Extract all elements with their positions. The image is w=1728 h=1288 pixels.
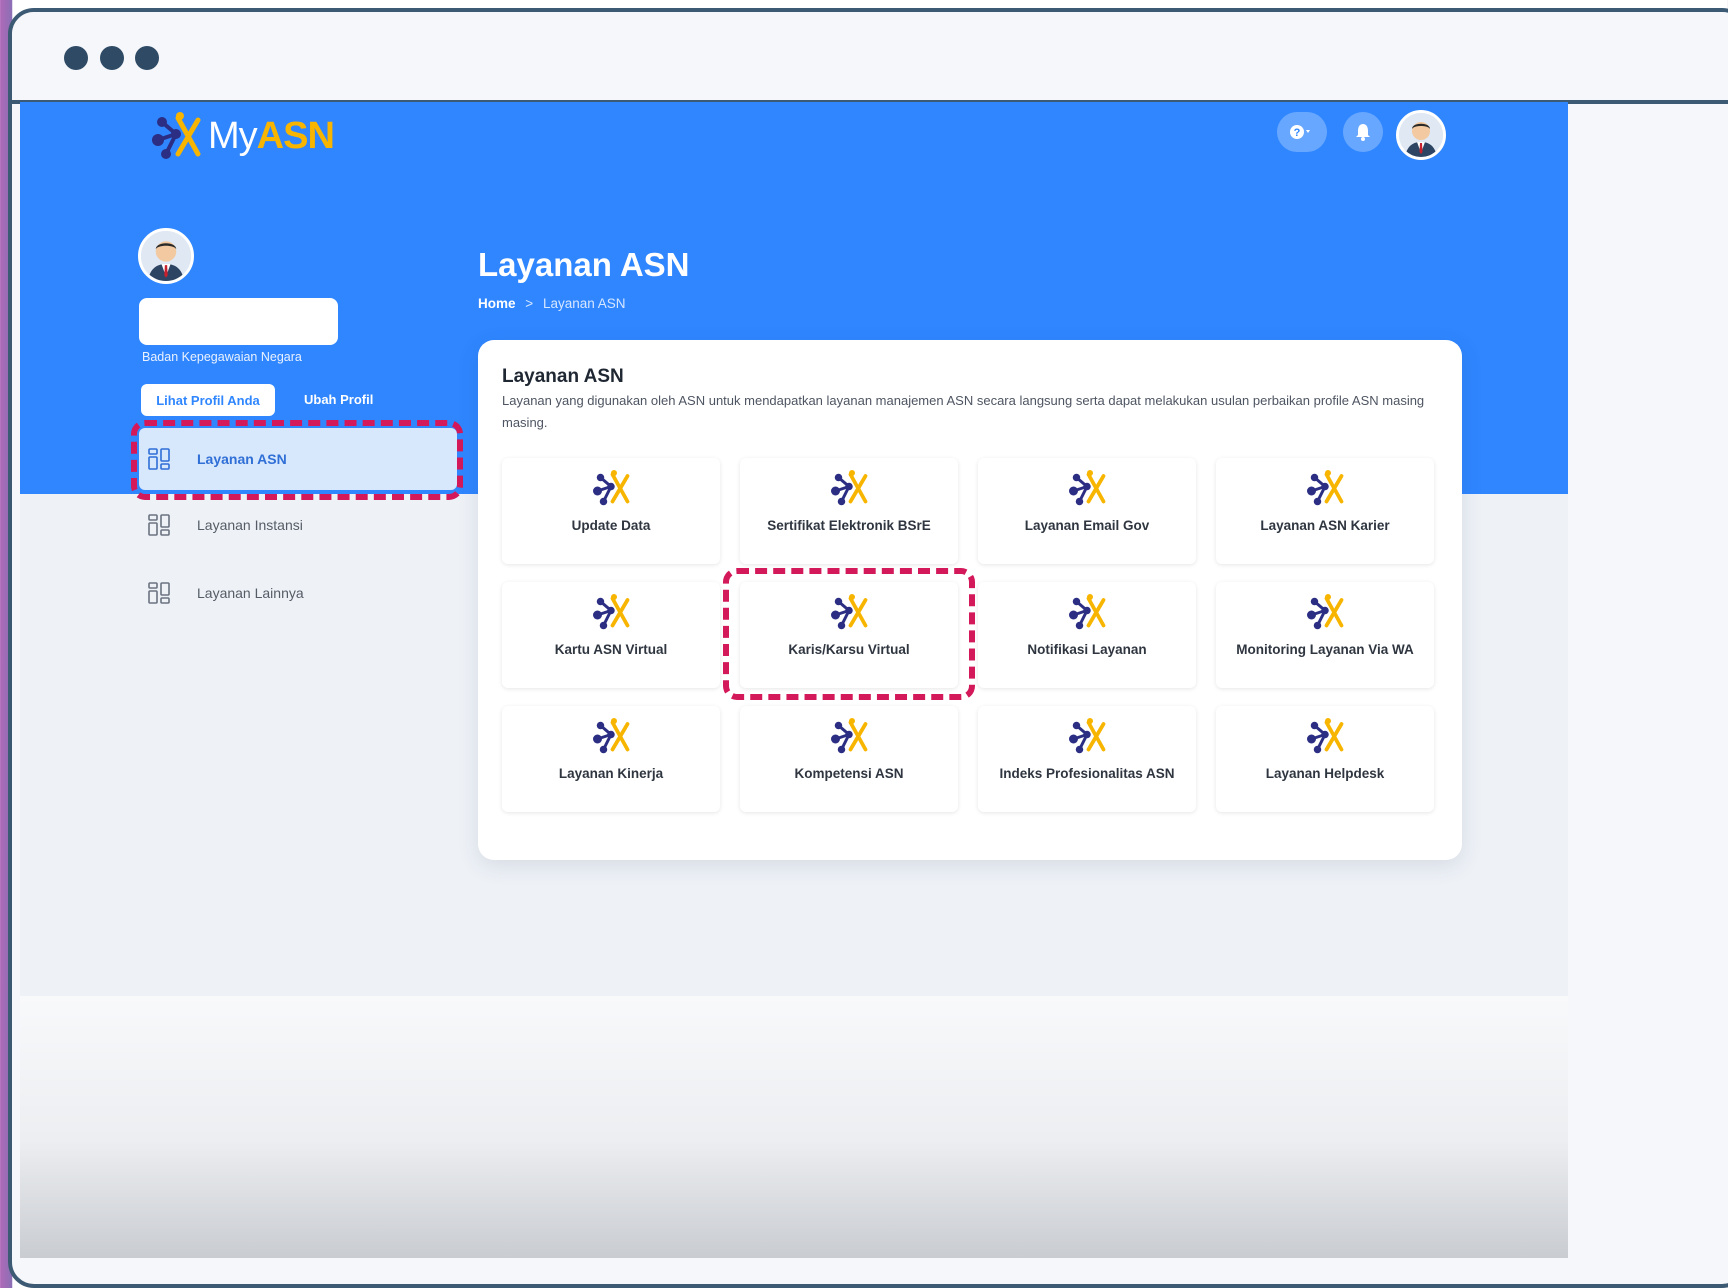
myasn-logo-icon [1307,470,1344,506]
sidebar-item-layanan-instansi[interactable]: Layanan Instansi [139,494,457,556]
window-dot-icon [135,46,159,70]
help-icon: ? [1290,125,1310,139]
grid-icon [148,582,170,604]
myasn-logo-icon [593,594,630,630]
profile-organization: Badan Kepegawaian Negara [142,350,302,364]
myasn-logo[interactable]: MyASN [148,110,335,162]
notifications-button[interactable] [1343,112,1383,152]
page-footer-shade [20,996,1568,1258]
myasn-logo-icon [152,112,201,159]
tile-highlight-annotation [723,568,975,700]
svg-text:?: ? [1294,127,1301,139]
window-dot-icon [100,46,124,70]
service-tile-layanan-email-gov[interactable]: Layanan Email Gov [978,458,1196,564]
logo-text-asn: ASN [256,114,335,157]
service-tile-label: Kartu ASN Virtual [554,642,668,657]
service-tile-update-data[interactable]: Update Data [502,458,720,564]
page-title: Layanan ASN [478,246,690,283]
service-tile-monitoring-layanan-wa[interactable]: Monitoring Layanan Via WA [1216,582,1434,688]
sidebar-item-label: Layanan Lainnya [197,585,304,601]
logo-text-my: My [208,114,258,157]
view-profile-button[interactable]: Lihat Profil Anda [141,384,275,416]
service-tile-label: Sertifikat Elektronik BSrE [767,518,931,533]
service-tile-indeks-profesionalitas[interactable]: Indeks Profesionalitas ASN [978,706,1196,812]
service-tile-layanan-helpdesk[interactable]: Layanan Helpdesk [1216,706,1434,812]
profile-avatar [138,228,194,284]
service-tile-label: Update Data [571,518,651,533]
header-avatar[interactable] [1396,110,1446,160]
service-tile-label: Layanan ASN Karier [1260,518,1390,533]
sidebar-item-label: Layanan Instansi [197,517,303,533]
sidebar-highlight-annotation [131,420,463,500]
logo-text: MyASN [208,114,335,158]
breadcrumb-separator: > [525,296,534,311]
service-tile-layanan-asn-karier[interactable]: Layanan ASN Karier [1216,458,1434,564]
service-tile-label: Monitoring Layanan Via WA [1236,642,1414,657]
service-tile-label: Notifikasi Layanan [1027,642,1147,657]
service-tile-kartu-asn-virtual[interactable]: Kartu ASN Virtual [502,582,720,688]
service-tile-label: Kompetensi ASN [794,766,904,781]
myasn-logo-icon [1069,470,1106,506]
sidebar-item-layanan-lainnya[interactable]: Layanan Lainnya [139,562,457,624]
breadcrumb-home-link[interactable]: Home [478,296,516,311]
service-tile-notifikasi-layanan[interactable]: Notifikasi Layanan [978,582,1196,688]
card-description: Layanan yang digunakan oleh ASN untuk me… [502,393,1425,430]
service-tile-layanan-kinerja[interactable]: Layanan Kinerja [502,706,720,812]
user-avatar-icon [1399,113,1443,157]
service-tile-sertifikat-elektronik[interactable]: Sertifikat Elektronik BSrE [740,458,958,564]
service-tile-label: Layanan Helpdesk [1265,766,1385,781]
myasn-logo-icon [593,718,630,754]
service-tile-label: Indeks Profesionalitas ASN [999,766,1175,781]
edit-profile-link[interactable]: Ubah Profil [304,392,373,407]
service-tile-label: Layanan Email Gov [1024,518,1150,533]
help-menu-button[interactable]: ? [1277,112,1327,152]
bell-icon [1356,124,1370,141]
service-tile-kompetensi-asn[interactable]: Kompetensi ASN [740,706,958,812]
myasn-logo-icon [831,718,868,754]
service-tile-label: Layanan Kinerja [558,766,664,781]
myasn-logo-icon [1069,718,1106,754]
myasn-logo-icon [1307,718,1344,754]
card-title: Layanan ASN [502,366,624,387]
user-avatar-icon [141,231,191,281]
myasn-logo-icon [831,470,868,506]
breadcrumb: Home > Layanan ASN [478,296,626,311]
myasn-logo-icon [1307,594,1344,630]
myasn-logo-icon [593,470,630,506]
grid-icon [148,514,170,536]
window-dot-icon [64,46,88,70]
profile-name-redacted [139,298,338,345]
breadcrumb-current: Layanan ASN [542,296,626,311]
window-titlebar [12,12,1728,104]
myasn-logo-icon [1069,594,1106,630]
